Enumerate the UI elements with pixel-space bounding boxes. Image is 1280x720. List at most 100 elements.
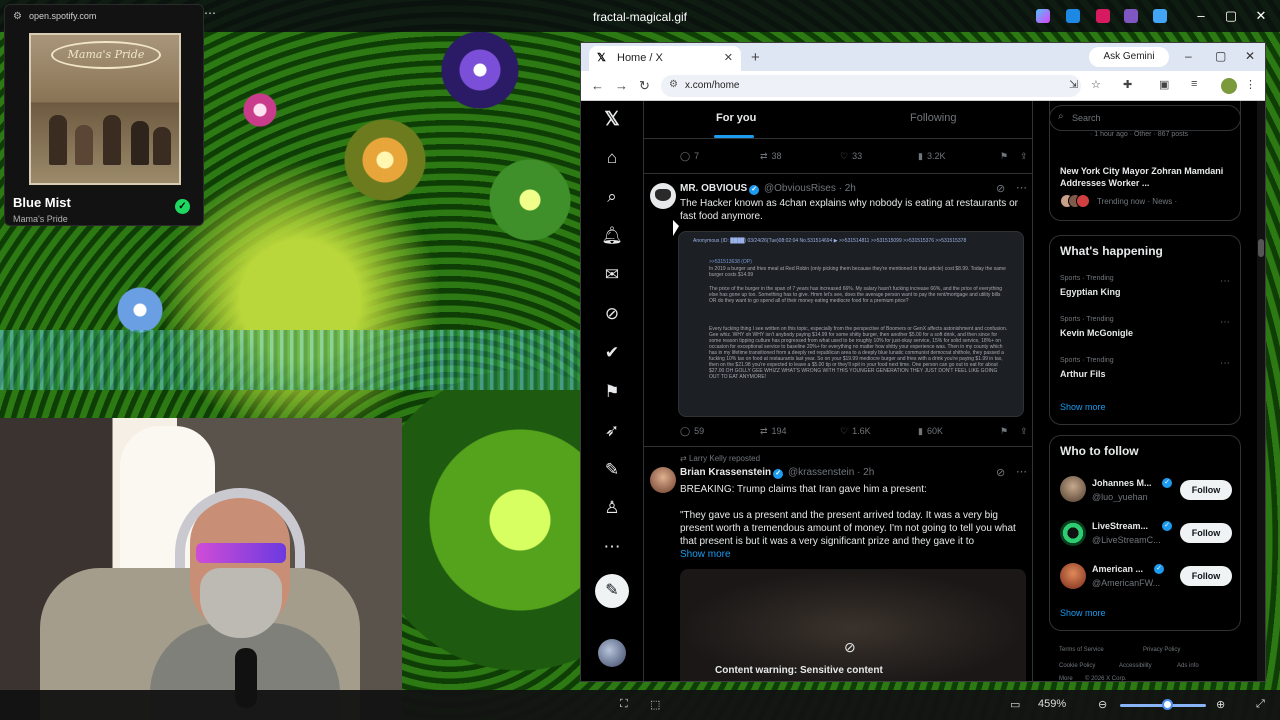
- avatar[interactable]: [1060, 520, 1086, 546]
- cast-icon[interactable]: ▣: [1159, 78, 1169, 91]
- footer-link[interactable]: Ads info: [1177, 663, 1199, 669]
- track-artist[interactable]: Mama's Pride: [13, 214, 68, 224]
- zoom-level[interactable]: 459%: [1038, 698, 1066, 710]
- follow-button[interactable]: Follow: [1180, 566, 1232, 586]
- trend-name[interactable]: Arthur Fils: [1060, 369, 1106, 379]
- repost-context[interactable]: ⇄ Larry Kelly reposted: [680, 454, 760, 463]
- new-tab-icon[interactable]: +: [751, 49, 760, 66]
- edit-icon[interactable]: [1066, 9, 1080, 23]
- jobs-rocket-icon[interactable]: ➶: [601, 420, 623, 442]
- tweet-author-name[interactable]: Brian Krassenstein ✓: [680, 467, 784, 479]
- back-icon[interactable]: ←: [591, 78, 604, 93]
- profile-icon[interactable]: ♙: [601, 497, 623, 519]
- articles-icon[interactable]: ✎: [601, 459, 623, 481]
- site-settings-icon[interactable]: ⚙: [13, 11, 22, 22]
- bookmark-icon[interactable]: ⚑: [1000, 426, 1008, 437]
- share-icon[interactable]: [1124, 9, 1138, 23]
- more-icon[interactable]: ⋯: [1220, 317, 1230, 328]
- footer-link[interactable]: Privacy Policy: [1143, 647, 1180, 653]
- scrollbar-thumb[interactable]: [1258, 239, 1264, 257]
- tweet-image[interactable]: Anonymous (ID: ████) 03/24/26(Tue)08:02:…: [678, 231, 1024, 417]
- sensitive-media-placeholder[interactable]: ⊘ Content warning: Sensitive content: [680, 569, 1026, 681]
- account-handle[interactable]: @AmericanFW...: [1092, 578, 1170, 588]
- tweet-author-handle[interactable]: @krassenstein · 2h: [788, 467, 874, 478]
- reply-button[interactable]: ◯ 59: [680, 426, 704, 437]
- views-button[interactable]: ▮ 3.2K: [918, 151, 945, 162]
- fit-screen-icon[interactable]: ⛶: [620, 698, 628, 711]
- news-title[interactable]: New York City Mayor Zohran Mamdani Addre…: [1060, 165, 1230, 189]
- forward-icon[interactable]: →: [615, 78, 628, 93]
- tweet-author-name[interactable]: MR. OBVIOUS ✓: [680, 183, 760, 195]
- notifications-bell-icon[interactable]: 🔔︎: [601, 225, 623, 247]
- close-icon[interactable]: ✕: [1246, 7, 1276, 25]
- show-more-link[interactable]: Show more: [680, 549, 731, 560]
- grok-icon[interactable]: ⊘: [996, 182, 1005, 195]
- menu-icon[interactable]: ⋮: [1245, 78, 1256, 91]
- tab-for-you[interactable]: For you: [716, 112, 756, 124]
- more-icon[interactable]: ⋯: [1220, 276, 1230, 287]
- bookmark-star-icon[interactable]: ☆: [1091, 78, 1101, 91]
- share-icon[interactable]: ⇪: [1020, 151, 1028, 162]
- more-icon[interactable]: ⋯: [1016, 465, 1027, 478]
- reply-button[interactable]: ◯ 7: [680, 151, 699, 162]
- bookmark-icon[interactable]: ⚑: [1000, 151, 1008, 162]
- view-size-icon[interactable]: ▭: [1010, 698, 1020, 711]
- views-button[interactable]: ▮ 60K: [918, 426, 943, 437]
- footer-link[interactable]: More: [1059, 676, 1073, 681]
- footer-link[interactable]: Cookie Policy: [1059, 663, 1095, 669]
- account-name[interactable]: Johannes M...: [1092, 478, 1172, 488]
- onedrive-icon[interactable]: [1153, 9, 1167, 23]
- profile-avatar[interactable]: [1221, 78, 1237, 94]
- track-title[interactable]: Blue Mist: [13, 195, 71, 210]
- footer-link[interactable]: Accessibility: [1119, 663, 1152, 669]
- footer-link[interactable]: Terms of Service: [1059, 647, 1104, 653]
- extensions-icon[interactable]: ✚: [1123, 78, 1132, 91]
- avatar[interactable]: [1060, 563, 1086, 589]
- tab-search-icon[interactable]: ≡: [1191, 78, 1197, 90]
- follow-button[interactable]: Follow: [1180, 523, 1232, 543]
- tab-following[interactable]: Following: [910, 112, 956, 124]
- account-name[interactable]: LiveStream...: [1092, 521, 1172, 531]
- explore-search-icon[interactable]: ⌕: [601, 186, 623, 208]
- ask-gemini-button[interactable]: Ask Gemini: [1089, 47, 1169, 67]
- follow-button[interactable]: Follow: [1180, 480, 1232, 500]
- premium-check-icon[interactable]: ✔: [601, 342, 623, 364]
- zoom-out-icon[interactable]: ⊖: [1098, 698, 1107, 711]
- show-more-link[interactable]: Show more: [1060, 608, 1106, 618]
- messages-mail-icon[interactable]: ✉: [601, 264, 623, 286]
- grok-icon[interactable]: ⊘: [601, 303, 623, 325]
- compose-post-button[interactable]: ✎: [595, 574, 629, 608]
- tab-close-icon[interactable]: ✕: [724, 51, 733, 64]
- trend-name[interactable]: Egyptian King: [1060, 287, 1121, 297]
- home-icon[interactable]: ⌂: [601, 147, 623, 169]
- page-scrollbar[interactable]: [1257, 101, 1265, 681]
- avatar[interactable]: [1060, 476, 1086, 502]
- tab-x-home[interactable]: 𝕏 Home / X ✕: [589, 46, 741, 71]
- maximize-icon[interactable]: ▢: [1216, 7, 1246, 25]
- reload-icon[interactable]: ↻: [639, 78, 650, 94]
- search-input[interactable]: ⌕ Search: [1049, 105, 1241, 131]
- fullscreen-icon[interactable]: ⤢: [1256, 698, 1265, 711]
- account-handle[interactable]: @luo_yuehan: [1092, 492, 1170, 502]
- minimize-icon[interactable]: –: [1185, 49, 1192, 63]
- zoom-in-icon[interactable]: ⊕: [1216, 698, 1225, 711]
- grok-icon[interactable]: ⊘: [996, 466, 1005, 479]
- copilot-icon[interactable]: [1036, 9, 1050, 23]
- saved-check-icon[interactable]: ✓: [175, 199, 190, 214]
- tweet-author-avatar[interactable]: [650, 467, 676, 493]
- account-avatar[interactable]: [598, 639, 626, 667]
- show-more-link[interactable]: Show more: [1060, 402, 1106, 412]
- site-info-icon[interactable]: ⚙: [669, 79, 678, 90]
- zoom-slider-thumb[interactable]: [1162, 699, 1173, 710]
- close-icon[interactable]: ✕: [1245, 49, 1255, 63]
- minimize-icon[interactable]: –: [1186, 7, 1216, 25]
- spotify-mini-player[interactable]: ⚙ open.spotify.com Mama's Pride Blue Mis…: [4, 4, 204, 226]
- share-icon[interactable]: ⇪: [1020, 426, 1028, 437]
- like-button[interactable]: ♡ 1.6K: [840, 426, 871, 437]
- address-url[interactable]: x.com/home: [685, 80, 739, 91]
- clipchamp-icon[interactable]: [1096, 9, 1110, 23]
- select-icon[interactable]: ⬚: [650, 698, 660, 711]
- more-icon[interactable]: ⋯: [601, 536, 623, 558]
- install-app-icon[interactable]: ⇲: [1069, 78, 1078, 91]
- trend-name[interactable]: Kevin McGonigle: [1060, 328, 1133, 338]
